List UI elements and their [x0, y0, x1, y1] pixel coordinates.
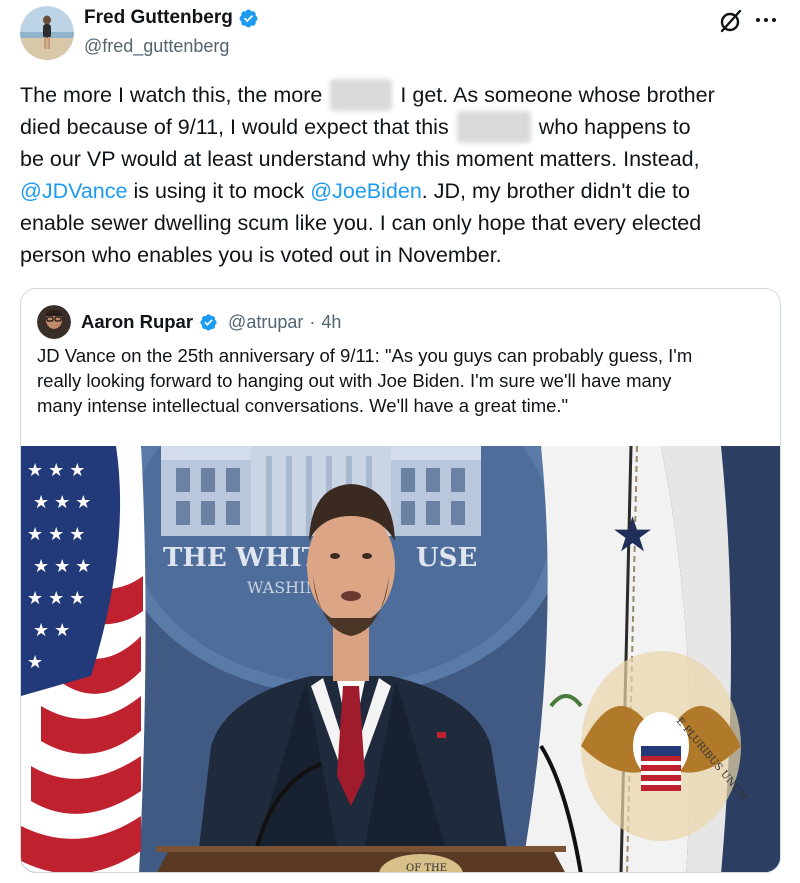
quoted-line: JD Vance on the 25th anniversary of 9/11… [37, 345, 693, 366]
quoted-tweet[interactable]: Aaron Rupar @atrupar · 4h JD Vance on th… [20, 288, 781, 873]
tweet-line: be our VP would at least understand why … [20, 147, 700, 171]
verified-badge-icon [239, 9, 258, 27]
backdrop-text: USE [416, 543, 477, 573]
verified-badge-icon [200, 313, 217, 331]
blurred-word: pissed [330, 79, 393, 111]
author-info: Fred Guttenberg @fred_guttenberg [84, 6, 259, 58]
quoted-timestamp[interactable]: 4h [321, 312, 341, 333]
quoted-author-handle[interactable]: @atrupar [228, 312, 303, 333]
tweet-line: person who enables you is voted out in N… [20, 243, 502, 267]
tweet-text: The more I watch this, the more pissed I… [20, 79, 790, 271]
svg-text:★ ★ ★: ★ ★ ★ [33, 556, 91, 576]
quoted-tweet-text: JD Vance on the 25th anniversary of 9/11… [37, 343, 767, 418]
tweet[interactable]: Fred Guttenberg @fred_guttenberg The mor… [0, 0, 800, 883]
more-icon[interactable] [752, 12, 780, 28]
tweet-line: @JDVance is using it to mock @JoeBiden. … [20, 179, 690, 203]
svg-text:★ ★ ★: ★ ★ ★ [33, 492, 91, 512]
author-name[interactable]: Fred Guttenberg [84, 6, 233, 30]
svg-text:★ ★ ★: ★ ★ ★ [27, 460, 85, 480]
author-avatar[interactable] [20, 6, 74, 60]
quoted-tweet-header: Aaron Rupar @atrupar · 4h [37, 305, 341, 339]
mention-link[interactable]: @JDVance [20, 179, 127, 203]
quoted-line: really looking forward to hanging out wi… [37, 370, 672, 391]
mention-link[interactable]: @JoeBiden [310, 179, 421, 203]
svg-text:★ ★ ★: ★ ★ ★ [27, 524, 85, 544]
tweet-line: died because of 9/11, I would expect tha… [20, 111, 790, 143]
quoted-author-avatar[interactable] [37, 305, 71, 339]
backdrop-text: THE WHIT [163, 543, 322, 573]
grok-icon[interactable] [718, 8, 744, 34]
video-frame: THE WHIT USE WASHING ★ ★ ★★ ★ ★ ★ ★ ★★ ★… [21, 446, 780, 873]
svg-text:★: ★ [611, 509, 654, 562]
tweet-line: The more I watch this, the more pissed I… [20, 79, 790, 111]
author-handle[interactable]: @fred_guttenberg [84, 34, 259, 58]
svg-text:★ ★ ★: ★ ★ ★ [27, 588, 85, 608]
quoted-video[interactable]: THE WHIT USE WASHING ★ ★ ★ ★ ★ ★ ★ ★ ★ ★ ★… [21, 446, 780, 873]
separator-dot: · [309, 311, 316, 332]
tweet-line: enable sewer dwelling scum like you. I c… [20, 211, 702, 235]
podium-text: OF THE [406, 863, 447, 873]
quoted-author-name[interactable]: Aaron Rupar [81, 311, 193, 333]
blurred-word: asshole [456, 111, 531, 143]
svg-text:★: ★ [27, 652, 43, 672]
quoted-line: many intense intellectual conversations.… [37, 395, 569, 416]
svg-text:★ ★: ★ ★ [33, 620, 70, 640]
